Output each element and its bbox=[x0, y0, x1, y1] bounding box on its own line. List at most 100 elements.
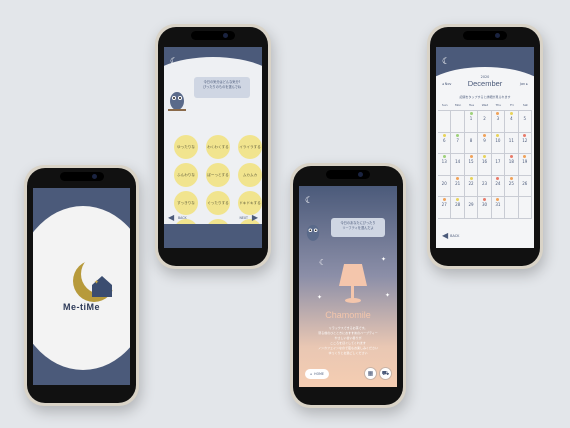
camera bbox=[358, 172, 363, 177]
phone-bezel: ☾ 2020 December ◂ Nov Jan ▸ 記録をタップすると詳細が… bbox=[430, 27, 540, 266]
back-label: BACK bbox=[450, 233, 460, 238]
mood-dot-icon bbox=[469, 155, 473, 158]
mood-screen: ☾ 今日の気分はどんな気分? ぴったりのものを選んでね ゆったりな わくわくする… bbox=[164, 47, 262, 248]
calendar-day[interactable]: 20 bbox=[438, 175, 452, 196]
back-arrow-icon[interactable]: ◀ bbox=[168, 213, 174, 222]
prev-month-button[interactable]: ◂ Nov bbox=[442, 82, 451, 86]
footer-band bbox=[164, 224, 262, 248]
notch bbox=[191, 31, 235, 40]
mood-option[interactable]: ドキドキする bbox=[238, 191, 262, 215]
weekday: Sun bbox=[441, 103, 448, 107]
calendar-day[interactable]: 7 bbox=[451, 132, 465, 153]
home-button[interactable]: ⌂ HOME bbox=[305, 369, 329, 379]
calendar-day[interactable]: 3 bbox=[492, 111, 506, 132]
weekday: Fri bbox=[510, 103, 514, 107]
notch bbox=[326, 170, 370, 179]
next-month-button[interactable]: Jan ▸ bbox=[520, 82, 528, 86]
speech-bubble: 今日の気分はどんな気分? ぴったりのものを選んでね bbox=[194, 77, 250, 98]
mood-option[interactable]: すっきりな bbox=[174, 191, 198, 215]
camera bbox=[495, 33, 500, 38]
splash-screen: ✦ Me-tiMe bbox=[33, 188, 130, 385]
bubble-line-2: リーフティを選んだよ bbox=[342, 226, 374, 230]
calendar-day[interactable]: 18 bbox=[505, 154, 519, 175]
calendar-hint: 記録をタップすると詳細が見られます bbox=[459, 95, 511, 99]
calendar-week: 6 7 8 9 10 11 12 bbox=[438, 132, 532, 154]
owl-icon bbox=[168, 92, 186, 111]
calendar-day[interactable]: 11 bbox=[505, 132, 519, 153]
calendar-day[interactable]: 21 bbox=[451, 175, 465, 196]
calendar-week: 20 21 22 23 24 25 26 bbox=[438, 175, 532, 197]
calendar-day[interactable]: 24 bbox=[492, 175, 506, 196]
tea-name: Chamomile bbox=[325, 310, 371, 320]
calendar-day[interactable]: 6 bbox=[438, 132, 452, 153]
calendar-day[interactable]: 15 bbox=[465, 154, 479, 175]
calendar-day[interactable]: 12 bbox=[519, 132, 532, 153]
weekday: Sat bbox=[522, 103, 528, 107]
weekday: Wed bbox=[481, 103, 489, 107]
moon-home-icon[interactable]: ☾ bbox=[169, 57, 179, 67]
calendar-day[interactable]: 29 bbox=[465, 197, 479, 218]
calendar-day[interactable]: 17 bbox=[492, 154, 506, 175]
mood-dot-icon bbox=[482, 155, 486, 158]
calendar-day[interactable]: 1 bbox=[465, 111, 479, 132]
back-button[interactable]: ◀ BACK bbox=[442, 231, 459, 240]
mood-option[interactable]: ぐったりする bbox=[206, 191, 230, 215]
sparkle-icon: ✦ bbox=[385, 292, 391, 299]
crescent-moon-icon: ☾ bbox=[319, 258, 327, 267]
house-icon: ✦ bbox=[92, 276, 112, 297]
result-screen: ☾ 今日のあなたにぴったり リーフティを選んだよ ☾ ✦ ✦ ✦ Chamomi… bbox=[299, 186, 397, 387]
mood-option[interactable]: イライラする bbox=[238, 135, 262, 159]
mood-dot-icon bbox=[509, 176, 513, 180]
calendar-day[interactable]: 10 bbox=[492, 132, 506, 153]
calendar-empty-cell bbox=[518, 197, 532, 218]
back-label[interactable]: BACK bbox=[178, 216, 187, 220]
calendar-day[interactable]: 19 bbox=[519, 154, 532, 175]
mood-option[interactable]: ふんわりな bbox=[174, 163, 198, 187]
calendar-screen: ☾ 2020 December ◂ Nov Jan ▸ 記録をタップすると詳細が… bbox=[436, 47, 534, 248]
calendar-day[interactable]: 25 bbox=[505, 175, 519, 196]
calendar-day[interactable]: 28 bbox=[451, 197, 465, 218]
calendar-day[interactable]: 8 bbox=[465, 132, 479, 153]
phone-calendar: ☾ 2020 December ◂ Nov Jan ▸ 記録をタップすると詳細が… bbox=[427, 24, 543, 269]
calendar-day[interactable]: 23 bbox=[478, 175, 492, 196]
calendar-day[interactable]: 27 bbox=[438, 197, 452, 218]
tea-description: リラックスできるお茶です。 寝る前のひとときにおすすめのハーブティー やさしい甘… bbox=[315, 326, 381, 356]
weekday-header: Sun Mon Tue Wed Thu Fri Sat bbox=[438, 103, 532, 111]
calendar-day[interactable]: 31 bbox=[492, 197, 506, 218]
mood-dot-icon bbox=[442, 133, 446, 137]
mood-dot-icon bbox=[509, 112, 513, 115]
calendar-day[interactable]: 30 bbox=[478, 197, 492, 218]
calendar-button-icon[interactable]: ▦ bbox=[364, 367, 377, 380]
next-arrow-icon[interactable]: ▶ bbox=[252, 213, 258, 222]
calendar-day[interactable]: 13 bbox=[438, 154, 452, 175]
mood-option[interactable]: わくわくする bbox=[206, 135, 230, 159]
calendar-day[interactable]: 14 bbox=[451, 154, 465, 175]
calendar-day[interactable]: 5 bbox=[519, 111, 532, 132]
phone-bezel: ✦ Me-tiMe bbox=[27, 168, 136, 403]
mood-dot-icon bbox=[469, 112, 473, 115]
calendar-week: 27 28 29 30 31 bbox=[438, 197, 532, 219]
calendar-weeks: 1 2 3 4 5 6 7 8 9 10 11 12 13 14 15 16 17 18 19 20 21 22 23 24 2… bbox=[438, 111, 532, 219]
camera bbox=[91, 174, 97, 179]
notch bbox=[463, 31, 507, 40]
calendar-day[interactable]: 9 bbox=[478, 132, 492, 153]
mood-dot-icon bbox=[523, 133, 527, 137]
calendar-day[interactable]: 2 bbox=[478, 111, 492, 132]
calendar-empty-cell bbox=[505, 197, 519, 218]
calendar-day[interactable]: 22 bbox=[465, 175, 479, 196]
sparkle-icon: ✦ bbox=[381, 256, 387, 263]
next-label[interactable]: NEXT bbox=[240, 216, 248, 220]
cart-button-icon[interactable]: ⛟ bbox=[379, 367, 392, 380]
lamp-base bbox=[345, 298, 361, 303]
mood-option[interactable]: ぼーっとする bbox=[206, 163, 230, 187]
logo-text: Me-tiMe bbox=[63, 302, 100, 312]
moon-home-icon[interactable]: ☾ bbox=[441, 57, 451, 67]
mood-option[interactable]: ゆったりな bbox=[174, 135, 198, 159]
phone-splash: ✦ Me-tiMe bbox=[24, 165, 139, 406]
prev-month-label: Nov bbox=[444, 82, 452, 86]
mood-option[interactable]: ムカムカ bbox=[238, 163, 262, 187]
calendar-day[interactable]: 4 bbox=[505, 111, 519, 132]
moon-home-icon[interactable]: ☾ bbox=[304, 196, 314, 206]
calendar-day[interactable]: 26 bbox=[519, 175, 532, 196]
calendar-day[interactable]: 16 bbox=[478, 154, 492, 175]
